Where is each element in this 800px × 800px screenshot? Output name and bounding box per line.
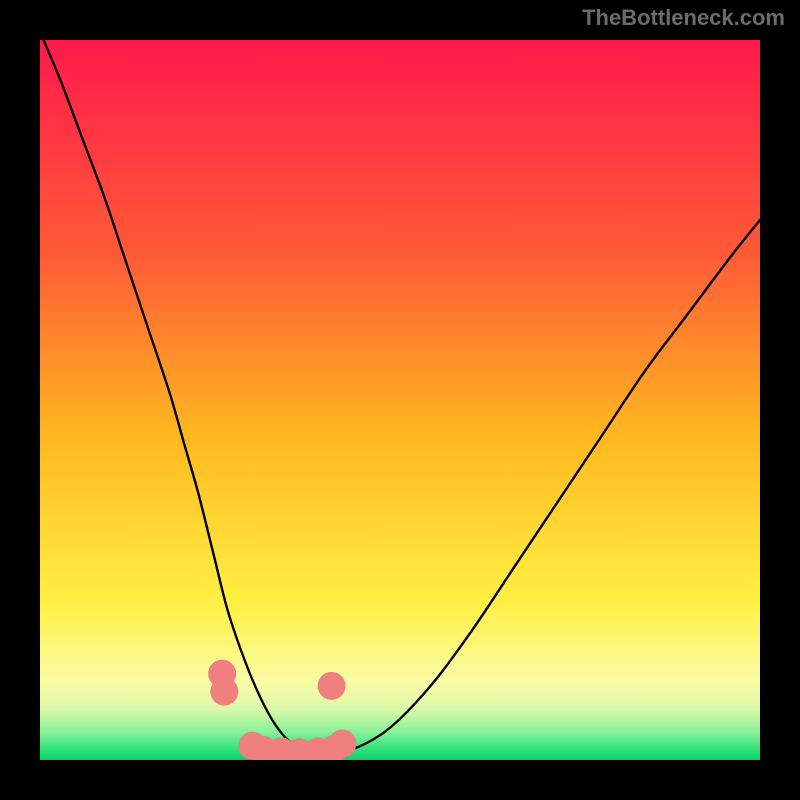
bottleneck-curve	[44, 40, 760, 755]
attribution-label: TheBottleneck.com	[582, 5, 785, 31]
curve-layer	[40, 40, 760, 760]
marker-group	[208, 660, 356, 760]
marker-dot	[318, 672, 346, 700]
plot-area	[40, 40, 760, 760]
chart-root: TheBottleneck.com	[0, 0, 800, 800]
marker-dot	[328, 729, 356, 757]
marker-dot	[210, 678, 238, 706]
